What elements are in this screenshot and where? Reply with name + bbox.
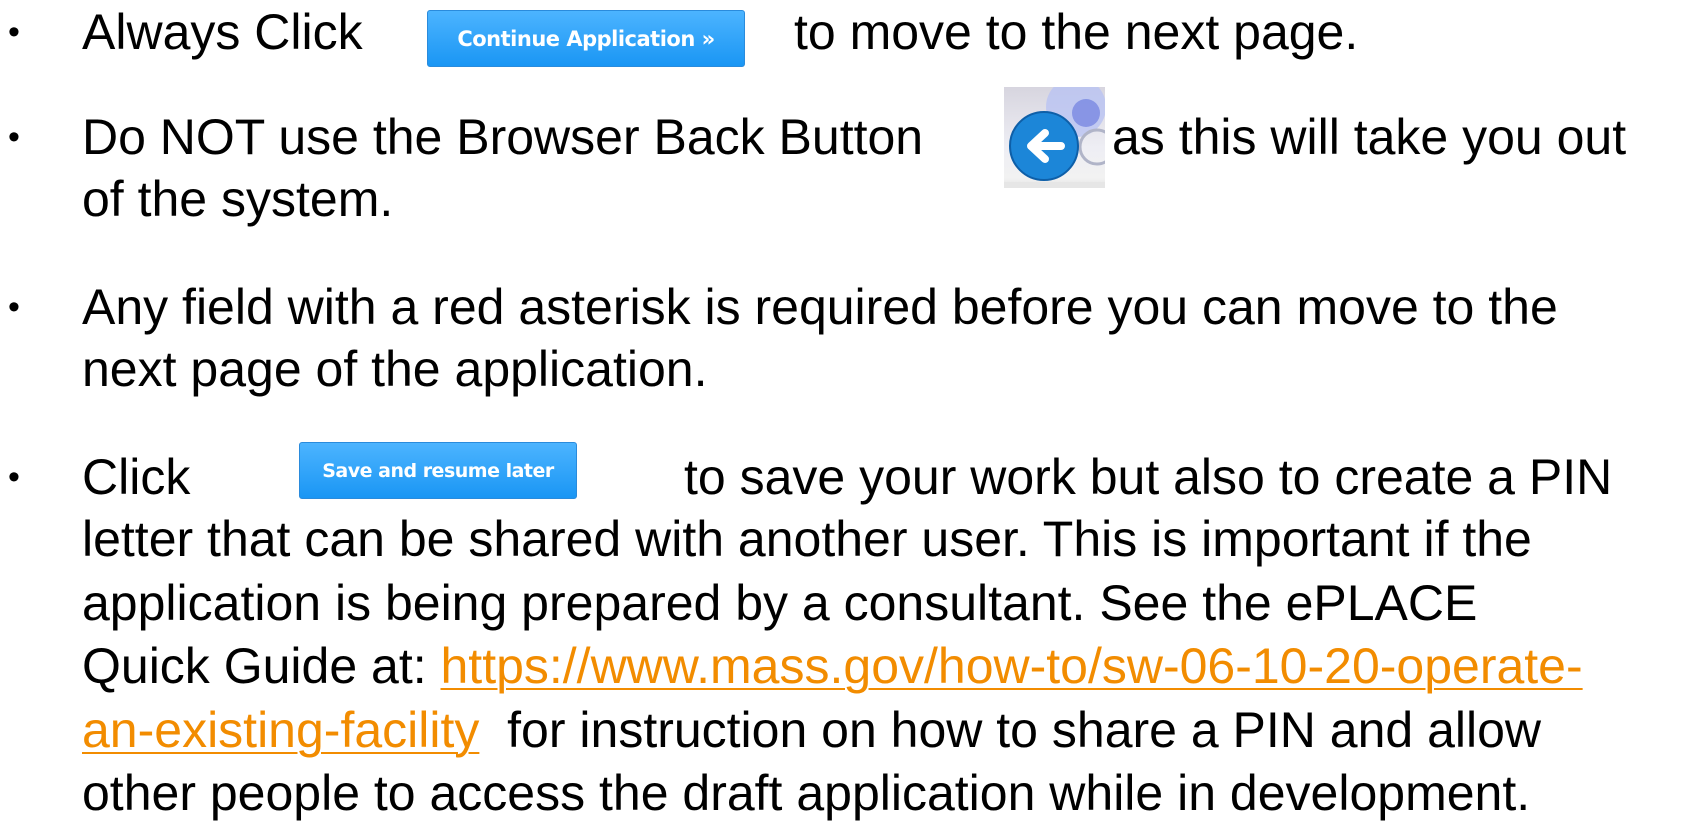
instruction-line-2-start: Do NOT use the Browser Back Button (82, 109, 924, 165)
instruction-line-3-cont: next page of the application. (82, 341, 708, 397)
instruction-line-4-cont-b: application is being prepared by a consu… (82, 575, 1478, 631)
quick-guide-link-cont[interactable]: an-existing-facility (82, 702, 479, 758)
instruction-line-4-cont-c: other people to access the draft applica… (82, 765, 1531, 821)
instruction-line-4-end: to save your work but also to create a P… (684, 449, 1613, 505)
browser-back-arrow-icon (1004, 87, 1105, 188)
browser-back-button-image[interactable] (1004, 87, 1105, 188)
continue-application-button[interactable]: Continue Application » (427, 10, 745, 67)
instruction-line-2-end: as this will take you out (1112, 109, 1627, 165)
instruction-line-4-start: Click (82, 449, 191, 505)
quick-guide-link[interactable]: https://www.mass.gov/how-to/sw-06-10-20-… (441, 638, 1583, 694)
save-and-resume-later-button[interactable]: Save and resume later (299, 442, 577, 499)
instruction-line-2-cont: of the system. (82, 171, 394, 227)
bullet-marker: • (8, 13, 20, 51)
instruction-line-3: Any field with a red asterisk is require… (82, 279, 1558, 335)
bullet-marker: • (8, 458, 20, 496)
instruction-line-1-start: Always Click (82, 4, 363, 60)
quick-guide-line: Quick Guide at: https://www.mass.gov/how… (82, 636, 1583, 696)
instruction-line-4-cont-a: letter that can be shared with another u… (82, 511, 1532, 567)
bullet-marker: • (8, 118, 20, 156)
share-pin-instruction: for instruction on how to share a PIN an… (479, 702, 1542, 758)
instruction-line-1-end: to move to the next page. (794, 4, 1359, 60)
bullet-marker: • (8, 288, 20, 326)
quick-guide-label: Quick Guide at: (82, 638, 441, 694)
quick-guide-line-cont: an-existing-facility for instruction on … (82, 700, 1541, 760)
